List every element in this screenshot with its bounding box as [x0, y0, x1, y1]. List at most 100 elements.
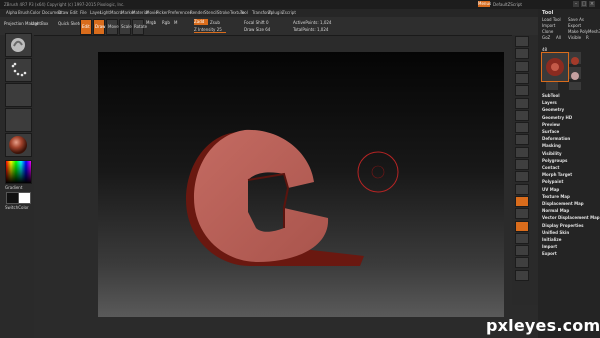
- tray-item-subtool[interactable]: SubTool: [542, 93, 560, 98]
- tray-item-display-properties[interactable]: Display Properties: [542, 223, 583, 228]
- tray-btn-export[interactable]: Export: [568, 23, 581, 28]
- menus-badge[interactable]: Menus: [478, 1, 491, 7]
- texture-thumbnail[interactable]: [5, 108, 32, 132]
- default-zscript-label[interactable]: DefaultZScript: [493, 2, 522, 7]
- move-button[interactable]: Move: [106, 19, 119, 35]
- tray-item-geometry-hd[interactable]: Geometry HD: [542, 115, 572, 120]
- shelf-scroll-icon[interactable]: [515, 60, 529, 72]
- tray-btn-goz[interactable]: GoZ: [542, 35, 550, 40]
- tray-btn-import[interactable]: Import: [542, 23, 555, 28]
- menu-color[interactable]: Color: [30, 10, 40, 15]
- shelf-move-icon[interactable]: [515, 171, 529, 183]
- shelf-zoom-icon[interactable]: [515, 72, 529, 84]
- focal-shift-slider[interactable]: Focal Shift 0: [244, 20, 269, 25]
- gradient-label[interactable]: Gradient: [5, 185, 22, 190]
- shelf-aahalf-icon[interactable]: [515, 97, 529, 109]
- tray-item-uv-map[interactable]: UV Map: [542, 187, 559, 192]
- tray-item-masking[interactable]: Masking: [542, 143, 561, 148]
- tray-item-contact[interactable]: Contact: [542, 165, 559, 170]
- tray-item-normal-map[interactable]: Normal Map: [542, 208, 569, 213]
- zsub-button[interactable]: Zsub: [210, 20, 220, 25]
- tool-thumb-4[interactable]: [569, 82, 581, 90]
- tray-btn-all[interactable]: All: [556, 35, 561, 40]
- tray-item-displacement-map[interactable]: Displacement Map: [542, 201, 584, 206]
- maximize-icon[interactable]: □: [581, 1, 587, 7]
- tray-btn-load-tool[interactable]: Load Tool: [542, 17, 561, 22]
- shelf-scale-icon[interactable]: [515, 183, 529, 195]
- rotate-button[interactable]: Rotate: [132, 19, 147, 35]
- tray-item-preview[interactable]: Preview: [542, 122, 560, 127]
- menu-render[interactable]: Render: [190, 10, 204, 15]
- edit-button[interactable]: Edit: [80, 19, 92, 35]
- tray-item-surface[interactable]: Surface: [542, 129, 559, 134]
- shelf-polyf-icon[interactable]: [515, 220, 529, 232]
- tray-item-initialize[interactable]: Initialize: [542, 237, 561, 242]
- brush-thumbnail[interactable]: [5, 33, 32, 57]
- tray-item-import[interactable]: Import: [542, 244, 557, 249]
- tray-btn-r[interactable]: R: [586, 35, 589, 40]
- lightbox-button[interactable]: LightBox: [31, 21, 48, 26]
- tool-palette-title[interactable]: Tool: [542, 10, 553, 16]
- tray-item-polygroups[interactable]: Polygroups: [542, 158, 567, 163]
- mrgb-button[interactable]: Mrgb: [146, 20, 156, 25]
- shelf-transp-icon[interactable]: [515, 232, 529, 244]
- switch-color-label[interactable]: SwitchColor: [5, 205, 29, 210]
- menu-file[interactable]: File: [80, 10, 87, 15]
- tray-btn-clone[interactable]: Clone: [542, 29, 553, 34]
- shelf-actual-icon[interactable]: [515, 85, 529, 97]
- tray-item-polypaint[interactable]: Polypaint: [542, 179, 563, 184]
- menu-light[interactable]: Light: [100, 10, 110, 15]
- tray-item-visibility[interactable]: Visibility: [542, 151, 562, 156]
- tray-item-morph-target[interactable]: Morph Target: [542, 172, 572, 177]
- shelf-ghost-icon[interactable]: [515, 245, 529, 257]
- m-button[interactable]: M: [174, 20, 177, 25]
- menu-brush[interactable]: Brush: [18, 10, 30, 15]
- menu-edit[interactable]: Edit: [70, 10, 78, 15]
- document-canvas[interactable]: [98, 52, 504, 317]
- menu-zscript[interactable]: Zscript: [282, 10, 296, 15]
- shelf-solo-icon[interactable]: [515, 257, 529, 269]
- draw-button[interactable]: Draw: [93, 19, 105, 35]
- zadd-button[interactable]: Zadd: [194, 19, 208, 25]
- shelf-line-fill-icon[interactable]: [515, 208, 529, 220]
- scale-button[interactable]: Scale: [119, 19, 132, 35]
- tray-btn-visible[interactable]: Visible: [568, 35, 581, 40]
- tool-thumb-3[interactable]: [546, 82, 558, 90]
- color-picker[interactable]: [5, 160, 32, 184]
- material-thumbnail[interactable]: [5, 133, 32, 157]
- minimize-icon[interactable]: –: [573, 1, 579, 7]
- alpha-thumbnail[interactable]: [5, 83, 32, 107]
- secondary-color-swatch[interactable]: [18, 192, 31, 204]
- menu-draw[interactable]: Draw: [58, 10, 68, 15]
- tool-thumb-1[interactable]: [569, 52, 581, 65]
- rgb-button[interactable]: Rgb: [162, 20, 170, 25]
- tray-item-unified-skin[interactable]: Unified Skin: [542, 230, 569, 235]
- menu-preferences[interactable]: Preferences: [168, 10, 192, 15]
- shelf-xpose-icon[interactable]: [515, 269, 529, 281]
- current-tool-thumbnail[interactable]: [541, 52, 569, 82]
- draw-size-slider[interactable]: Draw Size 64: [244, 27, 270, 32]
- menu-tool[interactable]: Tool: [240, 10, 248, 15]
- shelf-l-sym-icon[interactable]: [515, 146, 529, 158]
- stroke-thumbnail[interactable]: [5, 58, 32, 82]
- tray-item-texture-map[interactable]: Texture Map: [542, 194, 570, 199]
- tray-item-layers[interactable]: Layers: [542, 100, 557, 105]
- tray-item-export[interactable]: Export: [542, 251, 557, 256]
- tray-item-vector-displacement-map[interactable]: Vector Displacement Map: [542, 215, 600, 220]
- tool-thumb-2[interactable]: [569, 67, 581, 80]
- shelf-spix-3-icon[interactable]: [515, 48, 529, 60]
- menu-stencil[interactable]: Stencil: [204, 10, 218, 15]
- menu-alpha[interactable]: Alpha: [6, 10, 17, 15]
- shelf-persp-icon[interactable]: [515, 109, 529, 121]
- menu-picker[interactable]: Picker: [156, 10, 168, 15]
- menu-zplugin[interactable]: Zplugin: [268, 10, 283, 15]
- shelf-floor-icon[interactable]: [515, 122, 529, 134]
- shelf-local-icon[interactable]: [515, 134, 529, 146]
- tray-item-deformation[interactable]: Deformation: [542, 136, 570, 141]
- tray-item-geometry[interactable]: Geometry: [542, 107, 564, 112]
- shelf-bpr-icon[interactable]: [515, 36, 529, 47]
- shelf-rotate-icon[interactable]: [515, 195, 529, 207]
- shelf-frame-icon[interactable]: [515, 159, 529, 170]
- tray-btn-make-polymesh3d[interactable]: Make PolyMesh3D: [568, 29, 600, 34]
- close-icon[interactable]: ×: [589, 1, 595, 7]
